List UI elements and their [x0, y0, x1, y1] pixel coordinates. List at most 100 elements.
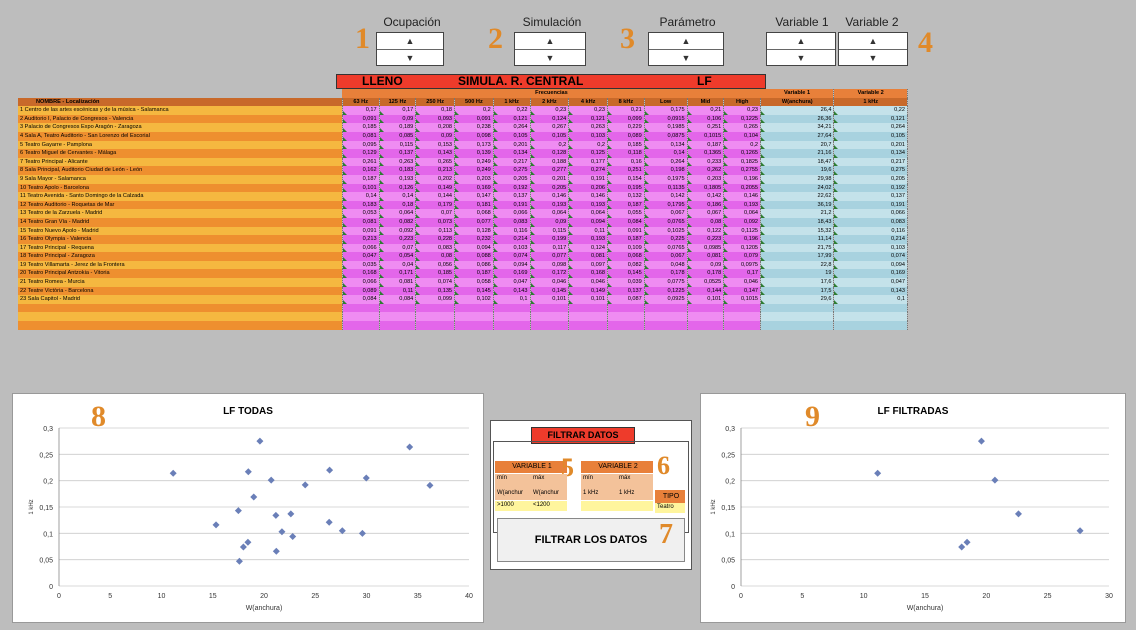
- freq-value-cell: 0,146: [530, 192, 570, 201]
- freq-value-cell: 0,08: [687, 217, 725, 227]
- freq-value-cell: 0,098: [530, 260, 570, 270]
- freq-value-cell: 0,092: [379, 226, 417, 236]
- name-column-header: NOMBRE - Localización: [18, 97, 343, 107]
- v2-value-cell: 0,121: [833, 114, 908, 124]
- table-row: 22 Teatre Victòria - Barcelona 0,089 0,11 0…: [18, 286, 908, 296]
- spinner-up-icon[interactable]: ▲: [377, 33, 443, 50]
- var1-header: Variable 1: [760, 89, 835, 98]
- tipo-input[interactable]: Teatro: [655, 503, 685, 513]
- y-tick-label: 0,1: [725, 531, 735, 538]
- freq-value-cell: 0,187: [454, 269, 494, 279]
- freq-value-cell: 0,081: [687, 252, 725, 261]
- v2-value-cell: 0,105: [833, 131, 908, 141]
- freq-value-cell: 0,261: [342, 157, 380, 167]
- freq-value-cell: 0,249: [454, 157, 494, 167]
- ocupacion-spinner[interactable]: ▲ ▼: [376, 32, 444, 66]
- v2-value-cell: 0,191: [833, 200, 908, 210]
- freq-value-cell: 0,046: [530, 278, 570, 287]
- y-tick-label: 0,05: [39, 558, 53, 565]
- spinner-up-icon[interactable]: ▲: [649, 33, 723, 50]
- freq-value-cell: 0,087: [607, 295, 645, 304]
- freq-value-cell: 0,223: [379, 235, 417, 244]
- frecuencias-header: Frecuencias: [342, 89, 761, 98]
- freq-value-cell: 0,101: [568, 295, 609, 304]
- spinner-down-icon[interactable]: ▼: [767, 50, 835, 66]
- spinner-up-icon[interactable]: ▲: [839, 33, 907, 50]
- filter-number-6: 6: [657, 451, 670, 480]
- simulacion-spinner[interactable]: ▲ ▼: [514, 32, 586, 66]
- freq-value-cell: 0,128: [454, 226, 494, 236]
- v1-value-cell: 22,62: [760, 192, 835, 201]
- data-point: [963, 538, 971, 546]
- freq-value-cell: 0,04: [379, 260, 417, 270]
- freq-value-cell: 0,205: [530, 183, 570, 193]
- y-tick-label: 0,25: [39, 452, 53, 459]
- y-tick-label: 0,2: [725, 479, 735, 486]
- v1-value-cell: 11,14: [760, 235, 835, 244]
- freq-value-cell: 0,094: [568, 217, 609, 227]
- table-row: 12 Teatro Auditorio - Roquetas de Mar 0,1…: [18, 200, 908, 210]
- v2-min-input[interactable]: [581, 501, 617, 511]
- freq-value-cell: 0,225: [644, 235, 688, 244]
- spinner-up-icon[interactable]: ▲: [515, 33, 585, 50]
- freq-value-cell: 0,142: [687, 192, 725, 201]
- freq-value-cell: 0,191: [568, 174, 609, 184]
- freq-value-cell: 0,047: [493, 278, 531, 287]
- variable1-spinner[interactable]: ▲ ▼: [766, 32, 836, 66]
- v2-max-input[interactable]: [617, 501, 653, 511]
- header-lleno: LLENO: [362, 74, 403, 88]
- freq-value-cell: 0,134: [644, 140, 688, 150]
- freq-value-cell: 0,1825: [723, 157, 762, 167]
- freq-value-cell: 0,186: [687, 200, 725, 210]
- data-point: [289, 532, 297, 540]
- freq-value-cell: 0,185: [415, 269, 456, 279]
- freq-value-cell: 0,047: [342, 252, 380, 261]
- v1-min-input[interactable]: >1000: [495, 501, 531, 511]
- freq-value-cell: 0,066: [493, 209, 531, 218]
- parametro-spinner[interactable]: ▲ ▼: [648, 32, 724, 66]
- freq-value-cell: 0,192: [493, 183, 531, 193]
- x-tick-label: 15: [921, 593, 929, 600]
- freq-value-cell: 0,039: [607, 278, 645, 287]
- v2-value-cell: 0,217: [833, 157, 908, 167]
- freq-value-cell: 0,177: [568, 157, 609, 167]
- spinner-down-icon[interactable]: ▼: [515, 50, 585, 66]
- v2-max-label: máx: [617, 474, 653, 486]
- y-axis-label: 1 kHz: [29, 499, 35, 514]
- spinner-down-icon[interactable]: ▼: [839, 50, 907, 66]
- scatter-chart-left: 0 0,05 0,1 0,15 0,2 0,25 0,3 0 5 10 15 20 25 30 35 40 W(…: [29, 426, 473, 612]
- x-axis-label: W(anchura): [907, 605, 944, 612]
- freq-value-cell: 0,0765: [644, 243, 688, 253]
- freq-value-cell: 0,23: [530, 106, 570, 115]
- freq-column-header: Low: [644, 97, 688, 107]
- freq-value-cell: 0,085: [379, 131, 417, 141]
- freq-value-cell: 0,0915: [644, 114, 688, 124]
- filtrar-los-datos-button[interactable]: FILTRAR LOS DATOS: [497, 518, 685, 562]
- freq-value-cell: 0,171: [379, 269, 417, 279]
- venue-name-cell: 23 Sala Capitol - Madrid: [18, 295, 343, 304]
- x-tick-label: 0: [739, 593, 743, 600]
- v1-max-label: máx: [531, 474, 567, 486]
- scatter-chart-right: 0 0,05 0,1 0,15 0,2 0,25 0,3 0 5 10 15 20 25 30 W(anch…: [711, 426, 1113, 612]
- v1-value-cell: 29,98: [760, 174, 835, 184]
- spinner-down-icon[interactable]: ▼: [377, 50, 443, 66]
- x-tick-label: 15: [209, 593, 217, 600]
- v1-value-cell: 17,6: [760, 278, 835, 287]
- variable2-spinner[interactable]: ▲ ▼: [838, 32, 908, 66]
- variable1-label: Variable 1: [775, 15, 829, 29]
- v2-value-cell: 0,074: [833, 252, 908, 261]
- freq-value-cell: 0,09: [379, 114, 417, 124]
- table-row: 16 Teatro Olympia - Valencia 0,213 0,223 0,…: [18, 235, 908, 244]
- spinner-down-icon[interactable]: ▼: [649, 50, 723, 66]
- v1-max-input[interactable]: <1200: [531, 501, 567, 511]
- data-point: [212, 521, 220, 529]
- venue-name-cell: 22 Teatre Victòria - Barcelona: [18, 286, 343, 296]
- freq-column-header: 125 Hz: [379, 97, 417, 107]
- x-tick-label: 30: [1105, 593, 1113, 600]
- spinner-up-icon[interactable]: ▲: [767, 33, 835, 50]
- freq-value-cell: 0,144: [687, 286, 725, 296]
- freq-value-cell: 0,1225: [723, 114, 762, 124]
- data-point: [244, 468, 252, 476]
- freq-value-cell: 0,187: [687, 140, 725, 150]
- freq-value-cell: 0,081: [568, 252, 609, 261]
